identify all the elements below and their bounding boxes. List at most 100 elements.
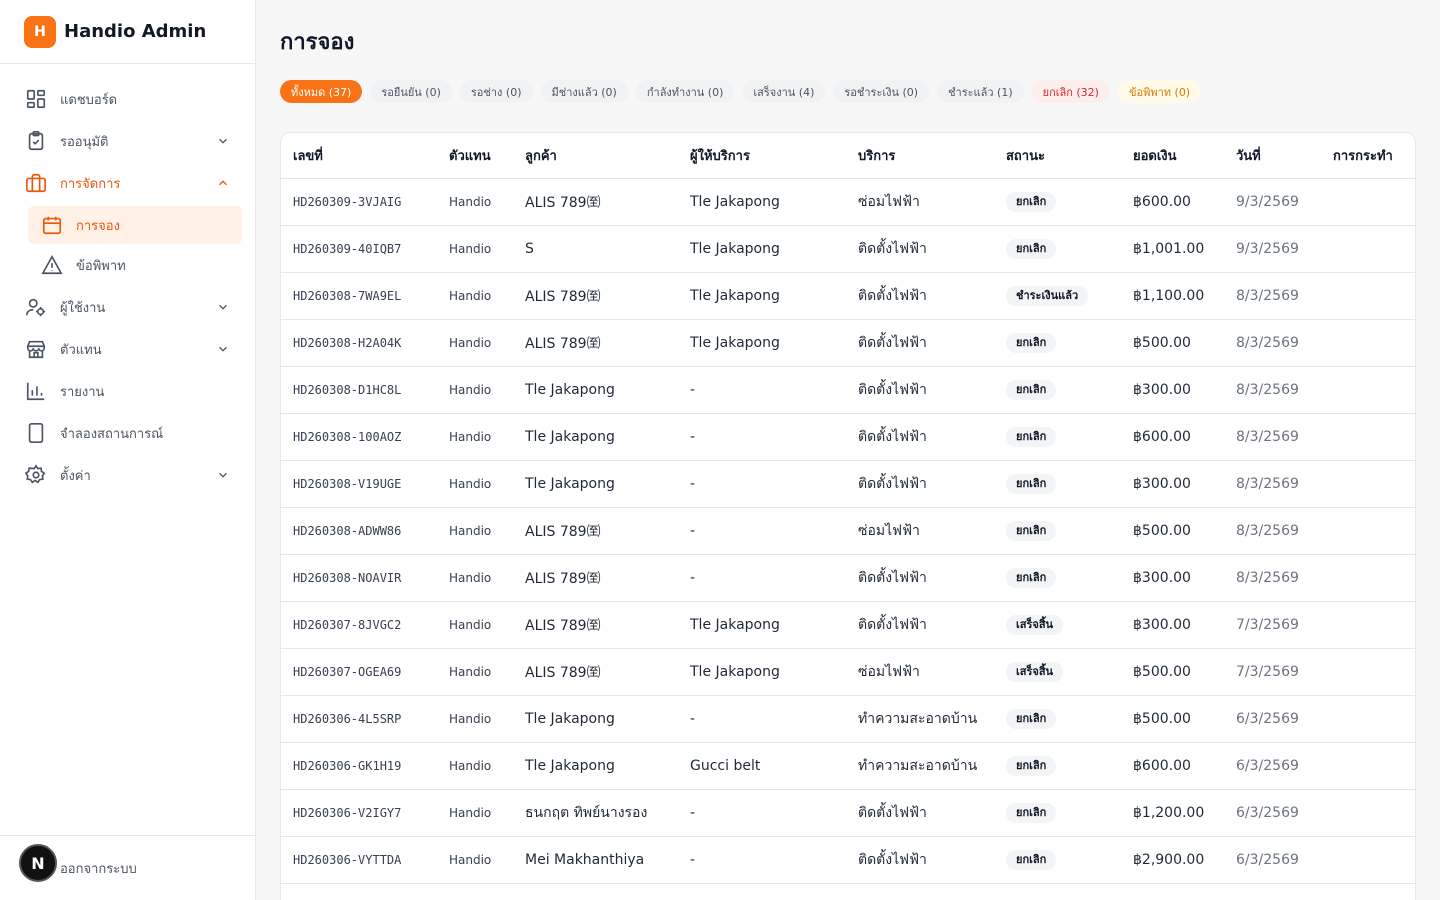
sidebar-item-settings[interactable]: ตั้งค่า: [0, 454, 255, 496]
actions-cell[interactable]: [1321, 742, 1415, 789]
table-row[interactable]: HD260306-VYTTDA Handio Mei Makhanthiya - ติด…: [281, 836, 1415, 883]
sidebar-item-simulation[interactable]: จำลองสถานการณ์: [0, 412, 255, 454]
agent-cell: Handio: [449, 617, 492, 632]
filter-chip[interactable]: ทั้งหมด (37): [280, 80, 363, 103]
agent-cell: Handio: [449, 711, 492, 726]
filter-chip[interactable]: ข้อพิพาท (0): [1117, 80, 1202, 103]
customer-cell: ALIS 789㉃: [525, 335, 601, 352]
column-header: ยอดเงิน: [1121, 133, 1224, 179]
filter-chip[interactable]: เสร็จงาน (4): [742, 80, 826, 103]
provider-cell: -: [690, 475, 696, 492]
provider-cell: Tle Jakapong: [690, 287, 780, 304]
status-badge: ยกเลิก: [1006, 191, 1057, 212]
actions-cell[interactable]: [1321, 272, 1415, 319]
filter-chip[interactable]: มีช่างแล้ว (0): [540, 80, 628, 103]
sidebar-item-label: การจอง: [76, 218, 120, 234]
provider-cell: Gucci belt: [690, 757, 761, 774]
page-title: การจอง: [280, 30, 355, 55]
bookings-table-card: เลขที่ ตัวแทน ลูกค้า ผู้ให้บริการ บริการ สถาน…: [280, 132, 1416, 900]
sidebar-item-users[interactable]: ผู้ใช้งาน: [0, 286, 255, 328]
actions-cell[interactable]: [1321, 319, 1415, 366]
actions-cell[interactable]: [1321, 413, 1415, 460]
agent-cell: Handio: [449, 429, 492, 444]
table-row[interactable]: HD260309-40IQB7 Handio S Tle Jakapong ติดตั้…: [281, 225, 1415, 272]
booking-id-cell: HD260307-8JVGC2: [293, 617, 402, 632]
dev-badge[interactable]: N: [19, 844, 57, 882]
table-row[interactable]: HD260307-OGEA69 Handio ALIS 789㉃ Tle Jakapo…: [281, 648, 1415, 695]
amount-cell: ฿600.00: [1133, 757, 1191, 774]
logout-button[interactable]: ออกจากระบบ: [60, 858, 137, 879]
warning-triangle-icon: [40, 253, 64, 277]
column-header: เลขที่: [281, 133, 437, 179]
table-row[interactable]: HD260306-V2IGY7 Handio ธนกฤต ทิพย์นางรอง - ต…: [281, 789, 1415, 836]
actions-cell[interactable]: [1321, 601, 1415, 648]
agent-cell: Handio: [449, 523, 492, 538]
status-badge: ยกเลิก: [1006, 473, 1057, 494]
service-cell: ติดตั้งไฟฟ้า: [858, 240, 927, 257]
amount-cell: ฿600.00: [1133, 428, 1191, 445]
table-row[interactable]: HD260308-V19UGE Handio Tle Jakapong - ติดตั้…: [281, 460, 1415, 507]
status-cell: ยกเลิก: [994, 554, 1121, 601]
customer-cell: Mei Makhanthiya: [525, 851, 645, 868]
sidebar-item-dashboard[interactable]: แดชบอร์ด: [0, 78, 255, 120]
booking-id-cell: HD260308-V19UGE: [293, 476, 402, 491]
actions-cell[interactable]: [1321, 648, 1415, 695]
filter-chip[interactable]: ยกเลิก (32): [1031, 80, 1110, 103]
sidebar-item-agents[interactable]: ตัวแทน: [0, 328, 255, 370]
actions-cell[interactable]: [1321, 554, 1415, 601]
bar-chart-icon: [24, 379, 48, 403]
filter-chip[interactable]: รอชำระเงิน (0): [833, 80, 930, 103]
actions-cell[interactable]: [1321, 789, 1415, 836]
main-content: การจอง ทั้งหมด (37) รอยืนยัน (0) รอช่าง (0…: [256, 0, 1440, 900]
sidebar: H Handio Admin แดชบอร์ด รออนุมัติ การจัด…: [0, 0, 256, 900]
sidebar-item-approvals[interactable]: รออนุมัติ: [0, 120, 255, 162]
amount-cell: ฿500.00: [1133, 522, 1191, 539]
actions-cell[interactable]: [1321, 507, 1415, 554]
sidebar-item-reports[interactable]: รายงาน: [0, 370, 255, 412]
booking-id-cell: HD260309-3VJAIG: [293, 194, 402, 209]
booking-id-cell: HD260308-H2A04K: [293, 335, 402, 350]
service-cell: ติดตั้งไฟฟ้า: [858, 616, 927, 633]
filter-chip[interactable]: รอช่าง (0): [459, 80, 533, 103]
customer-cell: ALIS 789㉃: [525, 194, 601, 211]
service-cell: ติดตั้งไฟฟ้า: [858, 804, 927, 821]
table-row[interactable]: HD260307-8JVGC2 Handio ALIS 789㉃ Tle Jakapo…: [281, 601, 1415, 648]
table-row[interactable]: HD260308-NOAVIR Handio ALIS 789㉃ - ติดตั้งไฟ…: [281, 554, 1415, 601]
sidebar-item-disputes[interactable]: ข้อพิพาท: [28, 246, 242, 284]
table-row[interactable]: HD260309-3VJAIG Handio ALIS 789㉃ Tle Jakapo…: [281, 178, 1415, 225]
table-row[interactable]: HD260306-GK1H19 Handio Tle Jakapong Gucci b…: [281, 742, 1415, 789]
actions-cell[interactable]: [1321, 225, 1415, 272]
booking-id-cell: HD260308-D1HC8L: [293, 382, 402, 397]
date-cell: 8/3/2569: [1236, 428, 1299, 445]
bookings-table: เลขที่ ตัวแทน ลูกค้า ผู้ให้บริการ บริการ สถาน…: [281, 133, 1415, 884]
actions-cell[interactable]: [1321, 366, 1415, 413]
actions-cell[interactable]: [1321, 836, 1415, 883]
sidebar-item-management[interactable]: การจัดการ: [0, 162, 255, 204]
table-body: HD260309-3VJAIG Handio ALIS 789㉃ Tle Jakapo…: [281, 178, 1415, 883]
table-row[interactable]: HD260306-4L5SRP Handio Tle Jakapong - ทำความ…: [281, 695, 1415, 742]
actions-cell[interactable]: [1321, 460, 1415, 507]
date-cell: 8/3/2569: [1236, 569, 1299, 586]
table-row[interactable]: HD260308-D1HC8L Handio Tle Jakapong - ติดตั้…: [281, 366, 1415, 413]
table-row[interactable]: HD260308-ADWW86 Handio ALIS 789㉃ - ซ่อมไฟฟ้า…: [281, 507, 1415, 554]
booking-id-cell: HD260308-NOAVIR: [293, 570, 402, 585]
table-row[interactable]: HD260308-7WA9EL Handio ALIS 789㉃ Tle Jakapo…: [281, 272, 1415, 319]
filter-chip[interactable]: กำลังทำงาน (0): [635, 80, 735, 103]
customer-cell: Tle Jakapong: [525, 428, 615, 445]
date-cell: 8/3/2569: [1236, 475, 1299, 492]
actions-cell[interactable]: [1321, 178, 1415, 225]
actions-cell[interactable]: [1321, 695, 1415, 742]
date-cell: 7/3/2569: [1236, 663, 1299, 680]
table-row[interactable]: HD260308-H2A04K Handio ALIS 789㉃ Tle Jakapo…: [281, 319, 1415, 366]
amount-cell: ฿1,200.00: [1133, 804, 1205, 821]
table-row[interactable]: HD260308-100AOZ Handio Tle Jakapong - ติดตั้…: [281, 413, 1415, 460]
brand[interactable]: H Handio Admin: [0, 0, 255, 64]
status-cell: ยกเลิก: [994, 460, 1121, 507]
filter-chip[interactable]: รอยืนยัน (0): [370, 80, 452, 103]
provider-cell: -: [690, 428, 696, 445]
sidebar-item-label: รออนุมัติ: [60, 134, 109, 150]
filter-chip[interactable]: ชำระแล้ว (1): [937, 80, 1024, 103]
table-header-row: เลขที่ ตัวแทน ลูกค้า ผู้ให้บริการ บริการ สถาน…: [281, 133, 1415, 179]
sidebar-item-bookings[interactable]: การจอง: [28, 206, 242, 244]
status-badge: ยกเลิก: [1006, 379, 1057, 400]
